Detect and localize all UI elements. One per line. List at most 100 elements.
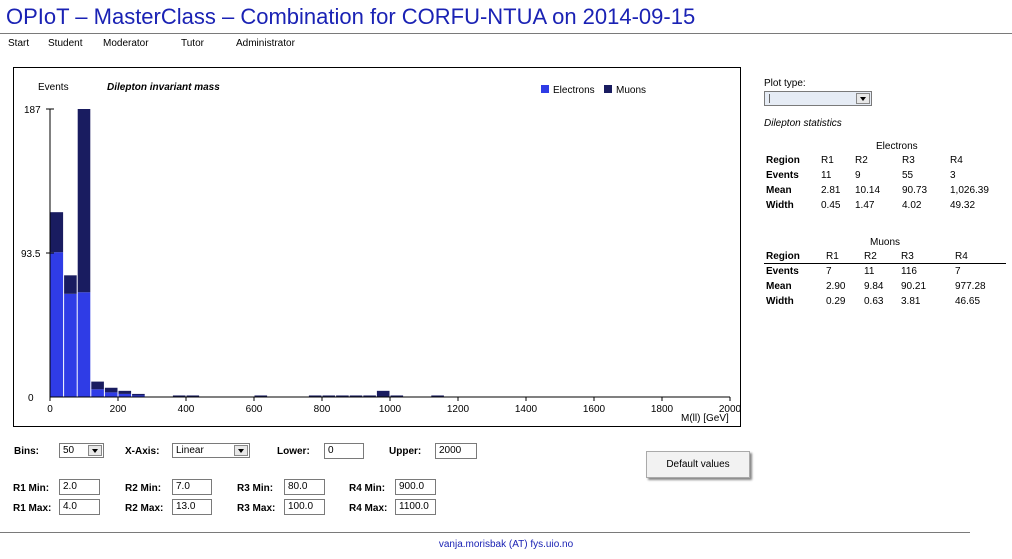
stats-cell: R3 xyxy=(902,155,915,166)
histogram-panel: Events Dilepton invariant mass Electrons… xyxy=(13,67,741,427)
x-tick-label-400: 400 xyxy=(178,404,195,415)
chart-title: Dilepton invariant mass xyxy=(107,82,220,93)
stats-cell: 4.02 xyxy=(902,200,922,211)
x-tick-label-1000: 1000 xyxy=(379,404,402,415)
plot-type-label: Plot type: xyxy=(764,78,806,89)
r2-max-input[interactable]: 13.0 xyxy=(172,499,212,515)
r3-min-input[interactable]: 80.0 xyxy=(284,479,325,495)
footer-divider xyxy=(0,532,970,533)
nav-administrator[interactable]: Administrator xyxy=(236,38,295,49)
stats-title: Dilepton statistics xyxy=(764,118,842,129)
stats-cell: 2.81 xyxy=(821,185,841,196)
chevron-down-icon xyxy=(234,445,248,456)
bar-electrons-0 xyxy=(50,252,64,397)
legend-swatch-muons xyxy=(604,85,612,93)
stats-cell: 11 xyxy=(821,170,832,181)
r4-max-label: R4 Max: xyxy=(349,503,388,514)
r2-min-label: R2 Min: xyxy=(125,483,162,494)
bar-muons-960 xyxy=(376,390,390,397)
stats-cell: Width xyxy=(766,200,794,211)
plot-type-select[interactable] xyxy=(764,91,872,106)
xaxis-value: Linear xyxy=(176,445,204,456)
stats-cell: 55 xyxy=(902,170,914,181)
stats-cell: 90.21 xyxy=(901,281,927,292)
r1-min-input[interactable]: 2.0 xyxy=(59,479,100,495)
bar-muons-0 xyxy=(50,212,64,253)
stats-cell: 7 xyxy=(955,266,961,277)
stats-cell: R1 xyxy=(821,155,834,166)
default-values-button[interactable]: Default values xyxy=(646,451,750,478)
stats-cell: 90.73 xyxy=(902,185,928,196)
legend-label-muons: Muons xyxy=(616,85,646,96)
bins-label: Bins: xyxy=(14,446,39,457)
bins-select[interactable]: 50 xyxy=(59,443,104,458)
lower-label: Lower: xyxy=(277,446,310,457)
stats-cell: 2.90 xyxy=(826,281,846,292)
bar-muons-200 xyxy=(118,390,132,394)
y-tick-label-187: 187 xyxy=(24,105,41,116)
r3-max-label: R3 Max: xyxy=(237,503,276,514)
bar-electrons-160 xyxy=(104,392,118,397)
nav-start[interactable]: Start xyxy=(8,38,29,49)
stats-cell: 3.81 xyxy=(901,296,921,307)
title-divider xyxy=(0,33,1012,34)
stats-cell: 46.65 xyxy=(955,296,981,307)
stats-cell: Region xyxy=(766,155,800,166)
stats-cell: 49.32 xyxy=(950,200,976,211)
muons-stats-table: Region R1 R2 R3 R4 Events 7 11 116 7 Mean 2.90 9.84 9… xyxy=(766,248,1005,309)
stats-cell: 11 xyxy=(864,266,875,277)
stats-cell: 977.28 xyxy=(955,281,986,292)
stats-cell: R4 xyxy=(950,155,963,166)
stats-row: Mean 2.90 9.84 90.21 977.28 xyxy=(766,279,1005,294)
bar-muons-80 xyxy=(77,109,91,293)
r4-min-input[interactable]: 900.0 xyxy=(395,479,436,495)
stats-row: Width 0.45 1.47 4.02 49.32 xyxy=(766,198,1010,213)
stats-cell: 9 xyxy=(855,170,861,181)
r4-max-input[interactable]: 1100.0 xyxy=(395,499,436,515)
r1-max-input[interactable]: 4.0 xyxy=(59,499,100,515)
r1-max-label: R1 Max: xyxy=(13,503,52,514)
chevron-down-icon xyxy=(856,93,870,104)
y-axis-label: Events xyxy=(38,82,69,93)
stats-cell: Events xyxy=(766,170,799,181)
r2-min-input[interactable]: 7.0 xyxy=(172,479,212,495)
x-tick-label-2000: 2000 xyxy=(719,404,740,415)
stats-cell: 3 xyxy=(950,170,956,181)
nav-student[interactable]: Student xyxy=(48,38,82,49)
bar-electrons-40 xyxy=(64,293,77,397)
x-tick-label-1800: 1800 xyxy=(651,404,674,415)
r3-min-label: R3 Min: xyxy=(237,483,274,494)
xaxis-label: X-Axis: xyxy=(125,446,160,457)
bar-muons-40 xyxy=(64,275,77,294)
upper-input[interactable]: 2000 xyxy=(435,443,477,459)
lower-input[interactable]: 0 xyxy=(324,443,364,459)
x-tick-label-1600: 1600 xyxy=(583,404,606,415)
r1-min-label: R1 Min: xyxy=(13,483,50,494)
nav-moderator[interactable]: Moderator xyxy=(103,38,149,49)
stats-cell: R2 xyxy=(864,251,877,262)
stats-cell: R3 xyxy=(901,251,914,262)
muons-caption: Muons xyxy=(870,237,901,248)
bar-electrons-80 xyxy=(77,292,91,397)
stats-cell: R1 xyxy=(826,251,839,262)
bins-value: 50 xyxy=(63,445,75,456)
r3-max-input[interactable]: 100.0 xyxy=(284,499,325,515)
stats-row: Width 0.29 0.63 3.81 46.65 xyxy=(766,294,1005,309)
stats-cell: Mean xyxy=(766,281,792,292)
page-title: OPIoT – MasterClass – Combination for CO… xyxy=(6,4,696,29)
stats-cell: 1,026.39 xyxy=(950,185,989,196)
footer-contact[interactable]: vanja.morisbak (AT) fys.uio.no xyxy=(0,539,1012,550)
upper-label: Upper: xyxy=(389,446,422,457)
r2-max-label: R2 Max: xyxy=(125,503,164,514)
x-tick-label-0: 0 xyxy=(47,404,53,415)
xaxis-select[interactable]: Linear xyxy=(172,443,250,458)
chevron-down-icon xyxy=(88,445,102,456)
legend-swatch-electrons xyxy=(541,85,549,93)
histogram-chart: Events Dilepton invariant mass Electrons… xyxy=(21,82,740,424)
stats-cell: 9.84 xyxy=(864,281,884,292)
stats-cell: Region xyxy=(766,251,800,262)
stats-header-row: Region R1 R2 R3 R4 xyxy=(766,153,1010,168)
stats-cell: 1.47 xyxy=(855,200,875,211)
bar-muons-120 xyxy=(91,381,104,390)
nav-tutor[interactable]: Tutor xyxy=(181,38,204,49)
